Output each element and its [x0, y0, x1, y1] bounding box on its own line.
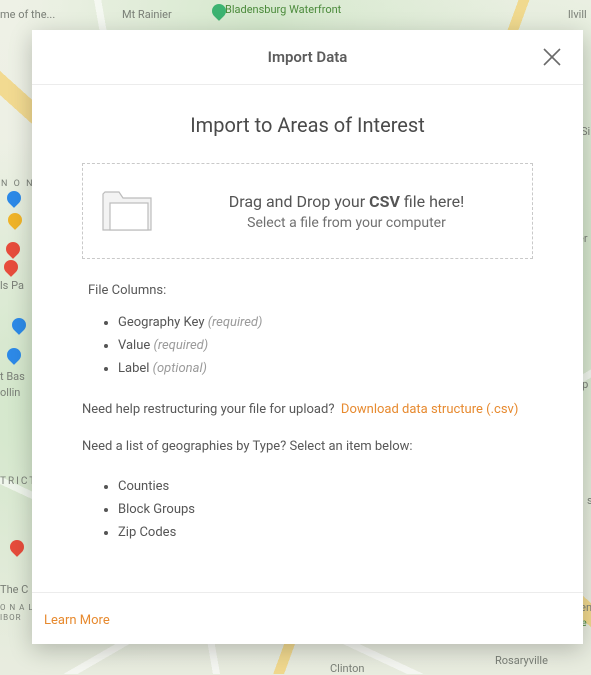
close-icon — [541, 46, 563, 68]
col-name: Value — [118, 338, 150, 353]
col-note: (required) — [154, 338, 209, 353]
map-pin-icon — [3, 239, 23, 259]
map-pin-icon — [5, 210, 25, 230]
modal-footer: Learn More — [32, 592, 583, 644]
map-label: llvill — [568, 8, 587, 21]
geography-list: Counties Block Groups Zip Codes — [82, 476, 533, 544]
map-pin-icon — [9, 315, 29, 335]
geography-item-zipcodes[interactable]: Zip Codes — [118, 522, 533, 545]
col-name: Label — [118, 361, 149, 376]
help-text: Need help restructuring your file for up… — [82, 402, 334, 417]
file-columns-label: File Columns: — [88, 283, 533, 298]
file-column-item: Label (optional) — [118, 358, 533, 381]
col-note: (optional) — [153, 361, 207, 376]
map-label: me of the... — [0, 8, 55, 21]
map-label: Bladensburg Waterfront — [225, 4, 341, 16]
geography-intro: Need a list of geographies by Type? Sele… — [82, 439, 533, 454]
map-pin-icon — [7, 537, 27, 557]
map-label: s — [587, 494, 591, 507]
col-note: (required) — [208, 315, 263, 330]
import-data-modal: Import Data Import to Areas of Interest … — [32, 30, 583, 644]
file-dropzone[interactable]: Drag and Drop your CSV file here! Select… — [82, 163, 533, 259]
modal-subtitle: Import to Areas of Interest — [82, 113, 533, 137]
file-column-item: Geography Key (required) — [118, 312, 533, 335]
map-pin-icon — [1, 257, 21, 277]
dropzone-line1-post: file here! — [400, 192, 464, 211]
modal-body: Import to Areas of Interest Drag and Dro… — [32, 85, 583, 592]
dropzone-line1-pre: Drag and Drop your — [229, 192, 369, 211]
file-columns-list: Geography Key (required) Value (required… — [82, 312, 533, 380]
help-line: Need help restructuring your file for up… — [82, 402, 533, 417]
map-label: ollin — [0, 386, 20, 399]
modal-header: Import Data — [32, 30, 583, 85]
map-label: The C — [0, 583, 28, 596]
map-pin-icon — [4, 188, 24, 208]
map-label: Clinton — [330, 662, 364, 675]
learn-more-link[interactable]: Learn More — [44, 613, 110, 628]
folder-icon — [101, 186, 155, 236]
download-structure-link[interactable]: Download data structure (.csv) — [341, 402, 518, 417]
geography-item-blockgroups[interactable]: Block Groups — [118, 499, 533, 522]
map-label: N O N — [1, 179, 35, 189]
map-label: Rosaryville — [495, 654, 548, 667]
map-pin-icon — [4, 345, 24, 365]
dropzone-csv-bold: CSV — [369, 192, 400, 211]
map-label: t Bas — [0, 370, 25, 383]
dropzone-text: Drag and Drop your CSV file here! Select… — [179, 192, 514, 231]
map-label: Mt Rainier — [122, 8, 172, 21]
file-column-item: Value (required) — [118, 335, 533, 358]
dropzone-line2: Select a file from your computer — [179, 215, 514, 231]
modal-title: Import Data — [32, 48, 583, 66]
map-label: ls Pa — [0, 279, 24, 292]
geography-item-counties[interactable]: Counties — [118, 476, 533, 499]
close-button[interactable] — [541, 46, 563, 68]
col-name: Geography Key — [118, 315, 204, 330]
